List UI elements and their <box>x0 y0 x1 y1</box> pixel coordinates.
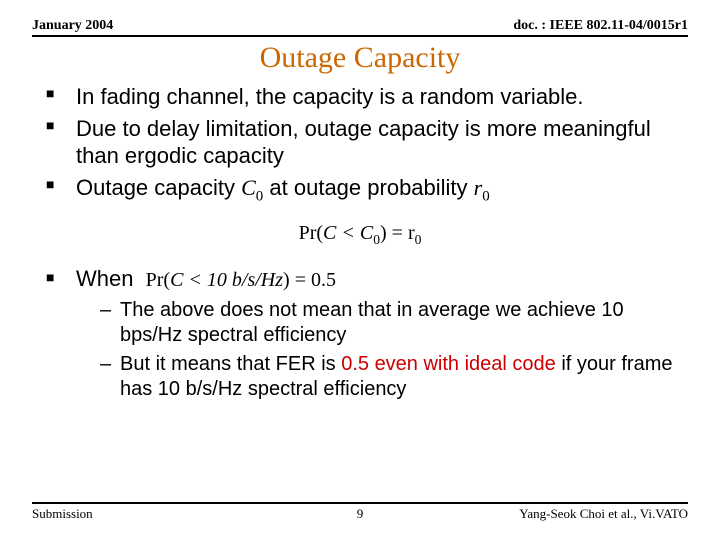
bullet-3-text-b: at outage probability <box>269 175 473 200</box>
footer-right: Yang-Seok Choi et al., Vi.VATO <box>519 506 688 522</box>
footer-page: 9 <box>357 506 364 522</box>
bullet-3: Outage capacity C0 at outage probability… <box>46 174 688 206</box>
sub-item-1: The above does not mean that in average … <box>100 298 688 348</box>
when-condition: Pr(C < 10 b/s/Hz) = 0.5 <box>146 269 336 291</box>
symbol-c0: C0 <box>241 175 263 200</box>
bullet-1: In fading channel, the capacity is a ran… <box>46 83 688 111</box>
slide: January 2004 doc. : IEEE 802.11-04/0015r… <box>0 0 720 540</box>
symbol-r0: r0 <box>474 175 490 200</box>
equation-center: Pr(C < C0) = r0 <box>32 222 688 248</box>
sub-item-2: But it means that FER is 0.5 even with i… <box>100 352 688 402</box>
when-label: When <box>76 266 133 291</box>
header-doc: doc. : IEEE 802.11-04/0015r1 <box>513 18 688 34</box>
header: January 2004 doc. : IEEE 802.11-04/0015r… <box>32 18 688 37</box>
sub-list: The above does not mean that in average … <box>32 298 688 402</box>
bullet-list: In fading channel, the capacity is a ran… <box>32 83 688 206</box>
footer-left: Submission <box>32 506 93 522</box>
bullet-2: Due to delay limitation, outage capacity… <box>46 115 688 170</box>
highlight-fer: 0.5 even with ideal code <box>341 353 556 375</box>
bullet-3-text-a: Outage capacity <box>76 175 241 200</box>
header-date: January 2004 <box>32 18 113 34</box>
bullet-when: When Pr(C < 10 b/s/Hz) = 0.5 <box>32 266 688 292</box>
footer: Submission 9 Yang-Seok Choi et al., Vi.V… <box>32 502 688 522</box>
slide-title: Outage Capacity <box>32 41 688 75</box>
